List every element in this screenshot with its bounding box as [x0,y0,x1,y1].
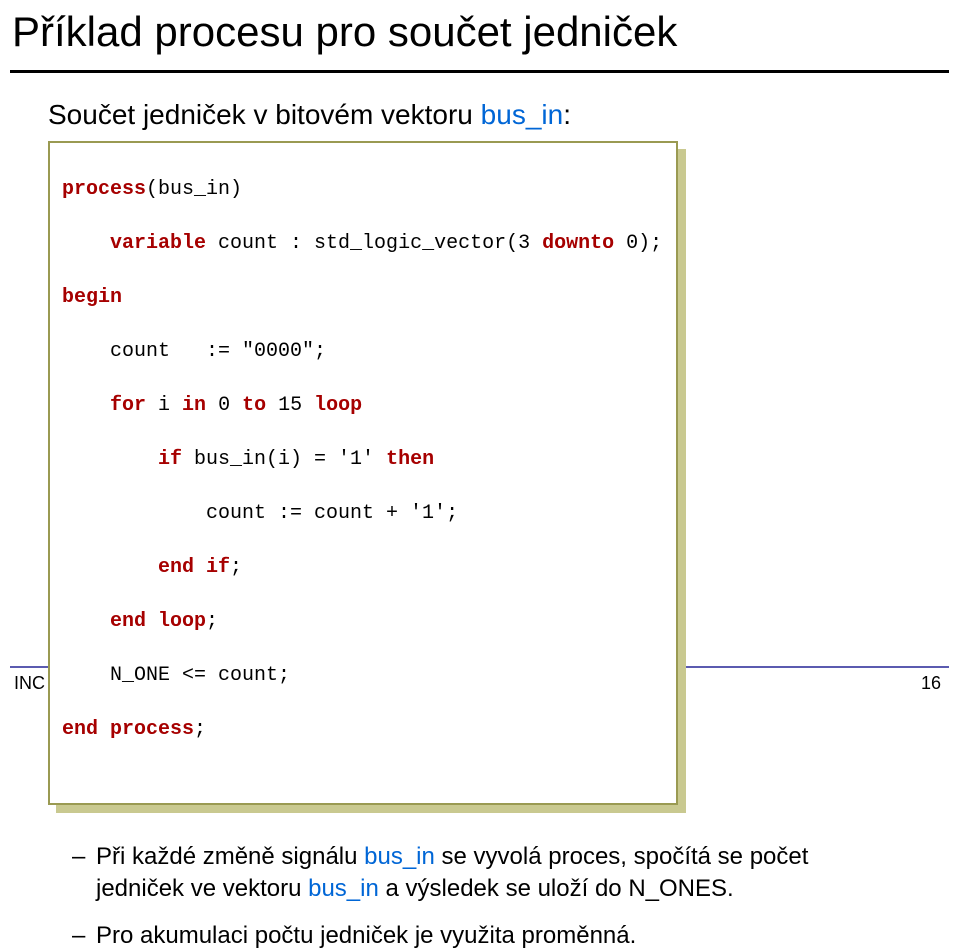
bullet-keyword: bus_in [308,875,379,902]
bullet-list: Při každé změně signálu bus_in se vyvolá… [72,841,959,952]
code-kw: downto [542,232,614,255]
code-line: end process; [62,716,664,743]
code-line: end loop; [62,608,664,635]
subtitle-text-post: : [563,99,571,130]
code-text [62,448,158,471]
code-text: ; [194,718,206,741]
code-line: process(bus_in) [62,176,664,203]
bullet-text: Pro akumulaci počtu jedniček je využita … [96,922,636,949]
code-kw: loop [314,394,362,417]
list-item: Při každé změně signálu bus_in se vyvolá… [72,841,872,906]
code-text: count := count + '1'; [62,502,458,525]
subtitle: Součet jedniček v bitovém vektoru bus_in… [0,73,959,131]
subtitle-text-pre: Součet jedniček v bitovém vektoru [48,99,481,130]
list-item: Pro akumulaci počtu jedniček je využita … [72,920,872,952]
code-text [62,556,158,579]
code-kw: begin [62,286,122,309]
code-line: if bus_in(i) = '1' then [62,446,664,473]
code-kw: for [110,394,146,417]
code-kw: in [182,394,206,417]
code-line: begin [62,284,664,311]
code-text: 15 [266,394,314,417]
code-text: i [146,394,182,417]
code-line: for i in 0 to 15 loop [62,392,664,419]
page-title: Příklad procesu pro součet jedniček [0,0,959,70]
code-line: count := "0000"; [62,338,664,365]
code-text: ; [230,556,242,579]
code-kw: if [158,448,182,471]
code-text [62,232,110,255]
code-kw: end process [62,718,194,741]
bullet-text: a výsledek se uloží do N_ONES. [379,875,734,902]
code-line: count := count + '1'; [62,500,664,527]
code-kw: end if [158,556,230,579]
code-kw: then [386,448,434,471]
code-text: bus_in(i) = '1' [182,448,386,471]
code-text: N_ONE <= count; [62,664,290,687]
code-line: N_ONE <= count; [62,662,664,689]
bullet-keyword: bus_in [364,843,435,870]
code-text: ; [206,610,218,633]
code-text: (bus_in) [146,178,242,201]
code-kw: variable [110,232,206,255]
code-kw: end loop [110,610,206,633]
subtitle-keyword: bus_in [481,99,564,130]
footer-page-number: 16 [921,673,941,694]
code-kw: process [62,178,146,201]
code-text: 0 [206,394,242,417]
code-line: end if; [62,554,664,581]
code-line: variable count : std_logic_vector(3 down… [62,230,664,257]
code-kw: to [242,394,266,417]
code-box: process(bus_in) variable count : std_log… [48,141,678,805]
code-text: count := "0000"; [62,340,326,363]
code-text: count : std_logic_vector(3 [206,232,542,255]
code-box-container: process(bus_in) variable count : std_log… [48,141,678,805]
code-text [62,394,110,417]
code-text: 0); [614,232,662,255]
bullet-text: Při každé změně signálu [96,843,364,870]
code-text [62,610,110,633]
slide: Příklad procesu pro součet jedniček Souč… [0,0,959,706]
